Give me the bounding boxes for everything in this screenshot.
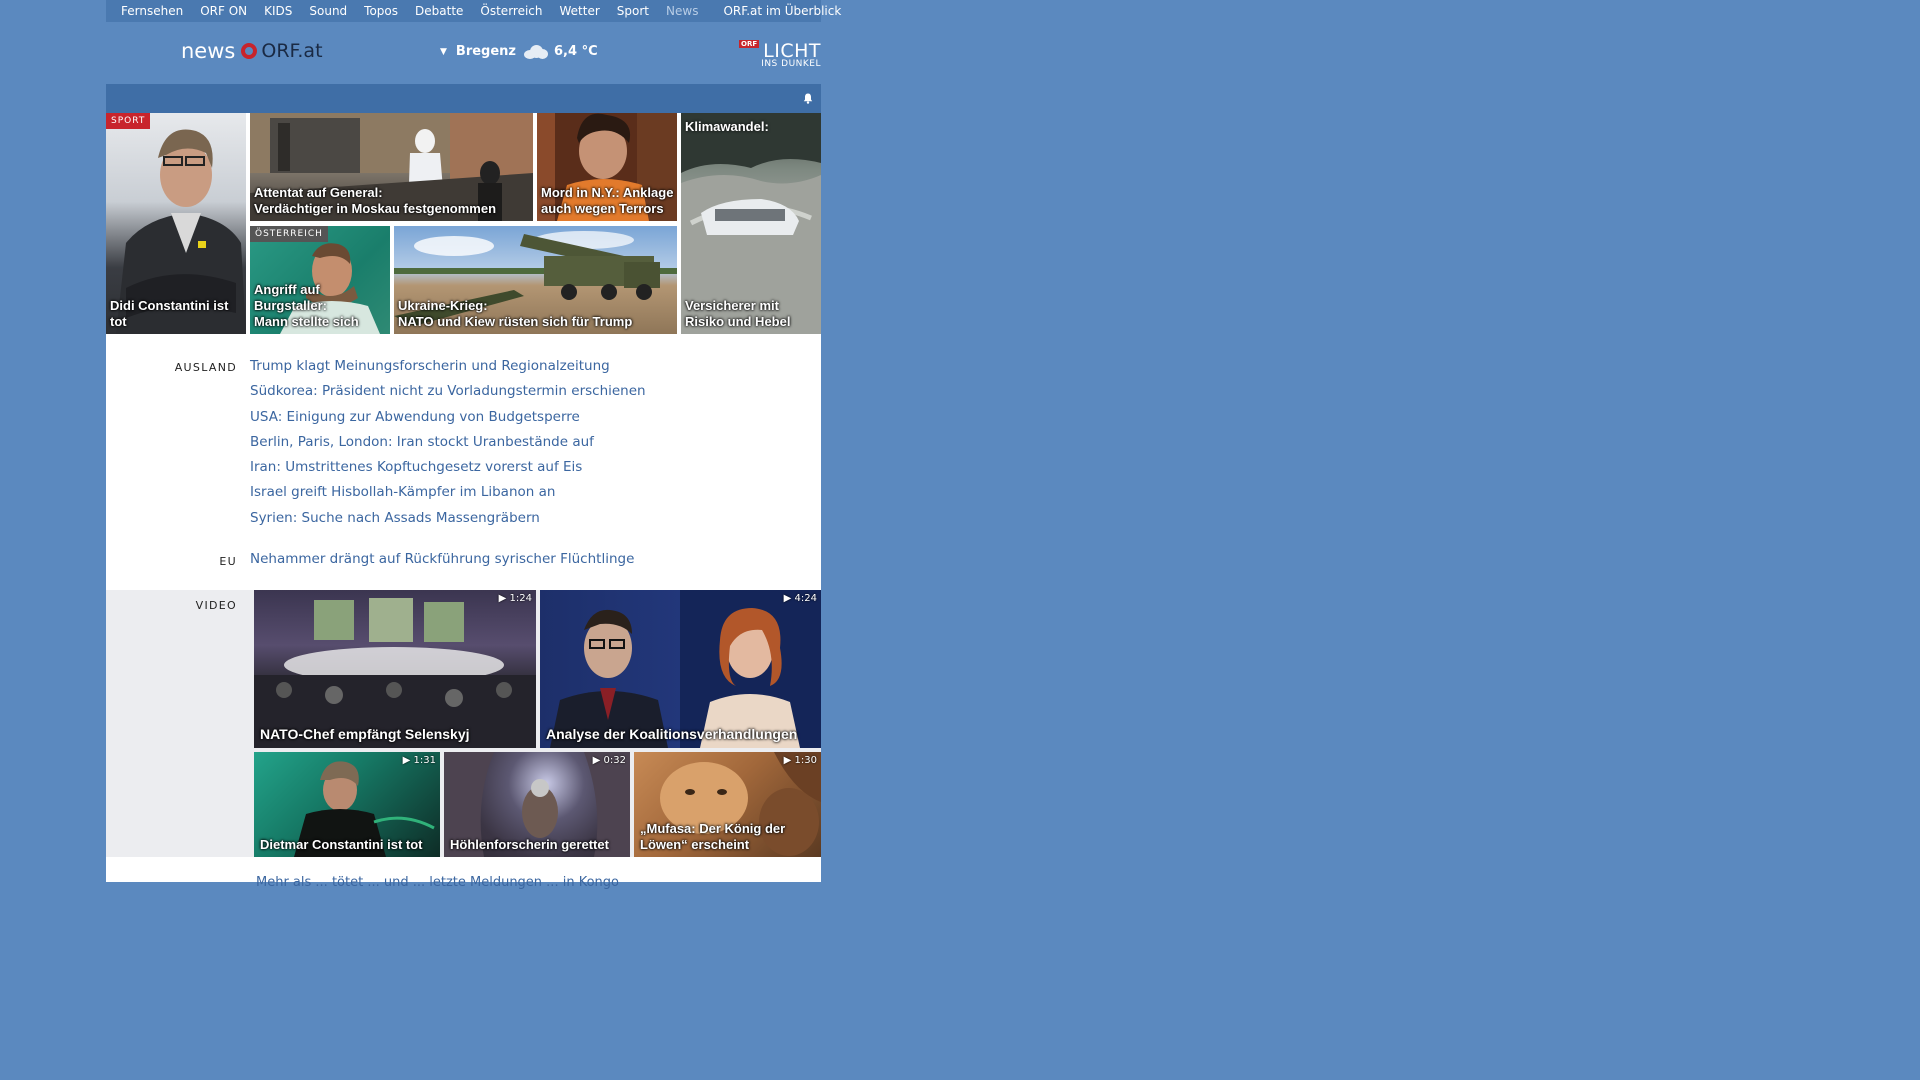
nav-oesterreich[interactable]: Österreich (480, 4, 542, 18)
nav-news[interactable]: News (666, 4, 698, 18)
headline-link[interactable]: Iran: Umstrittenes Kopftuchgesetz vorers… (250, 455, 646, 480)
nav-overview[interactable]: ORF.at im Überblick (723, 4, 841, 18)
headline-link[interactable]: Syrien: Suche nach Assads Massengräbern (250, 506, 646, 531)
licht-subtitle: INS DUNKEL (761, 59, 821, 69)
weather-widget[interactable]: ▼ Bregenz 6,4 °C (440, 44, 598, 59)
headline-link[interactable]: Trump klagt Meinungsforscherin und Regio… (250, 354, 646, 379)
teaser-constantini[interactable]: SPORT Didi Constantini ist tot (106, 113, 246, 334)
caption-line-1: Mord in N.Y.: Anklage (541, 185, 674, 200)
nav-wetter[interactable]: Wetter (560, 4, 600, 18)
dropdown-arrow-icon[interactable]: ▼ (440, 47, 447, 57)
weather-temperature: 6,4 °C (554, 44, 598, 59)
video-section: VIDEO ▶ 1:24 NATO-Chef empfängt Selensky… (106, 590, 821, 857)
caption-line-2: Mann stellte sich (254, 314, 359, 329)
duration-value: 1:24 (509, 593, 532, 604)
nav-kids[interactable]: KIDS (264, 4, 292, 18)
video-mufasa[interactable]: ▶ 1:30 „Mufasa: Der König der Löwen“ ersc… (634, 752, 821, 857)
duration-value: 4:24 (794, 593, 817, 604)
category-badge-sport: SPORT (106, 113, 151, 129)
teaser-kicker: Klimawandel: (685, 119, 769, 134)
video-thumbnail (550, 590, 821, 748)
caption-line-2: NATO und Kiew rüsten sich für Trump (398, 314, 633, 329)
caption-line-2: auch wegen Terrors (541, 201, 664, 216)
licht-orf-tag: ORF (739, 40, 760, 48)
section-label-eu: EU (219, 555, 237, 568)
caption-line-2: Löwen“ erscheint (640, 837, 750, 852)
notification-bar (106, 84, 821, 113)
headline-link-partial[interactable]: Mehr als ... tötet ... und ... letzte Me… (256, 875, 619, 890)
caption-line-1: „Mufasa: Der König der (640, 821, 786, 836)
video-caption: Analyse der Koalitionsverhandlungen (546, 726, 798, 742)
category-badge-oesterreich: ÖSTERREICH (250, 226, 328, 242)
duration-value: 1:30 (794, 755, 817, 766)
caption-line-1: Versicherer mit (685, 298, 779, 313)
site-header: news ORF.at ▼ Bregenz 6,4 °C ORF LICHT IN… (106, 22, 821, 84)
video-thumbnail (254, 598, 536, 748)
licht-ins-dunkel-logo[interactable]: ORF LICHT INS DUNKEL (739, 40, 821, 69)
video-caption: NATO-Chef empfängt Selenskyj (260, 726, 470, 742)
caption-line-1: Angriff auf Burgstaller: (254, 282, 327, 313)
video-koalitionsverhandlungen[interactable]: ▶ 4:24 Analyse der Koalitionsverhandlung… (540, 590, 821, 748)
video-nato-selenskyj[interactable]: ▶ 1:24 NATO-Chef empfängt Selenskyj (254, 590, 536, 748)
teaser-caption: Attentat auf General: Verdächtiger in Mos… (254, 185, 496, 217)
headline-link[interactable]: Berlin, Paris, London: Iran stockt Uranb… (250, 430, 646, 455)
video-hoehlenforscherin[interactable]: ▶ 0:32 Höhlenforscherin gerettet (444, 752, 630, 857)
video-caption: Höhlenforscherin gerettet (450, 837, 609, 852)
teaser-caption: Mord in N.Y.: Anklage auch wegen Terrors (541, 185, 673, 217)
caption-line-1: Ukraine-Krieg: (398, 298, 488, 313)
teaser-burgstaller[interactable]: ÖSTERREICH Angriff auf Burgstaller: Mann … (250, 226, 390, 334)
video-caption: „Mufasa: Der König der Löwen“ erscheint (640, 821, 785, 853)
weather-city: Bregenz (455, 44, 517, 59)
page: Fernsehen ORF ON KIDS Sound Topos Debatt… (106, 0, 841, 890)
caption-line-2: Risiko und Hebel (685, 314, 791, 329)
caption-line-1: Attentat auf General: (254, 185, 383, 200)
teaser-attentat[interactable]: Attentat auf General: Verdächtiger in Mos… (250, 113, 533, 221)
nav-debatte[interactable]: Debatte (415, 4, 463, 18)
duration-value: 1:31 (413, 755, 436, 766)
logo-orf-text: ORF.at (261, 40, 323, 62)
headline-link[interactable]: Nehammer drängt auf Rückführung syrische… (250, 547, 634, 572)
section-label-video: VIDEO (195, 599, 237, 612)
video-duration: ▶ 4:24 (783, 593, 817, 604)
section-label-ausland: AUSLAND (174, 361, 237, 374)
cloud-icon (522, 44, 549, 59)
nav-fernsehen[interactable]: Fernsehen (121, 4, 183, 18)
video-caption: Dietmar Constantini ist tot (260, 837, 423, 852)
headline-list-ausland: Trump klagt Meinungsforscherin und Regio… (250, 354, 646, 531)
nav-sound[interactable]: Sound (309, 4, 347, 18)
video-duration: ▶ 1:30 (783, 755, 817, 766)
teaser-klimawandel[interactable]: Klimawandel: Versicherer mit Risiko und H… (681, 113, 821, 334)
teaser-caption: Didi Constantini ist tot (110, 298, 229, 329)
duration-value: 0:32 (603, 755, 626, 766)
nav-topos[interactable]: Topos (364, 4, 398, 18)
teaser-mord-ny[interactable]: Mord in N.Y.: Anklage auch wegen Terrors (537, 113, 677, 221)
teaser-ukraine-krieg[interactable]: Ukraine-Krieg: NATO und Kiew rüsten sich … (394, 226, 677, 334)
top-navigation: Fernsehen ORF ON KIDS Sound Topos Debatt… (106, 0, 841, 22)
teaser-caption: Angriff auf Burgstaller: Mann stellte sic… (254, 282, 390, 330)
headline-link[interactable]: USA: Einigung zur Abwendung von Budgetsp… (250, 405, 646, 430)
video-duration: ▶ 0:32 (592, 755, 626, 766)
video-duration: ▶ 1:31 (402, 755, 436, 766)
headline-link[interactable]: Israel greift Hisbollah-Kämpfer im Liban… (250, 480, 646, 505)
main-content: SPORT Didi Constantini ist tot Attentat … (106, 113, 821, 890)
headline-link[interactable]: Südkorea: Präsident nicht zu Vorladungst… (250, 379, 646, 404)
video-duration: ▶ 1:24 (498, 593, 532, 604)
caption-line-2: Verdächtiger in Moskau festgenommen (254, 201, 497, 216)
teaser-caption: Ukraine-Krieg: NATO und Kiew rüsten sich … (398, 298, 632, 330)
news-orf-logo[interactable]: news ORF.at (181, 39, 323, 63)
nav-orf-on[interactable]: ORF ON (200, 4, 247, 18)
teaser-caption: Versicherer mit Risiko und Hebel (685, 298, 790, 330)
orf-ring-icon (241, 43, 258, 59)
bell-icon[interactable] (803, 93, 813, 104)
headline-list-eu: Nehammer drängt auf Rückführung syrische… (250, 547, 634, 572)
nav-sport[interactable]: Sport (617, 4, 649, 18)
video-dietmar-constantini[interactable]: ▶ 1:31 Dietmar Constantini ist tot (254, 752, 440, 857)
logo-news-text: news (181, 39, 236, 63)
